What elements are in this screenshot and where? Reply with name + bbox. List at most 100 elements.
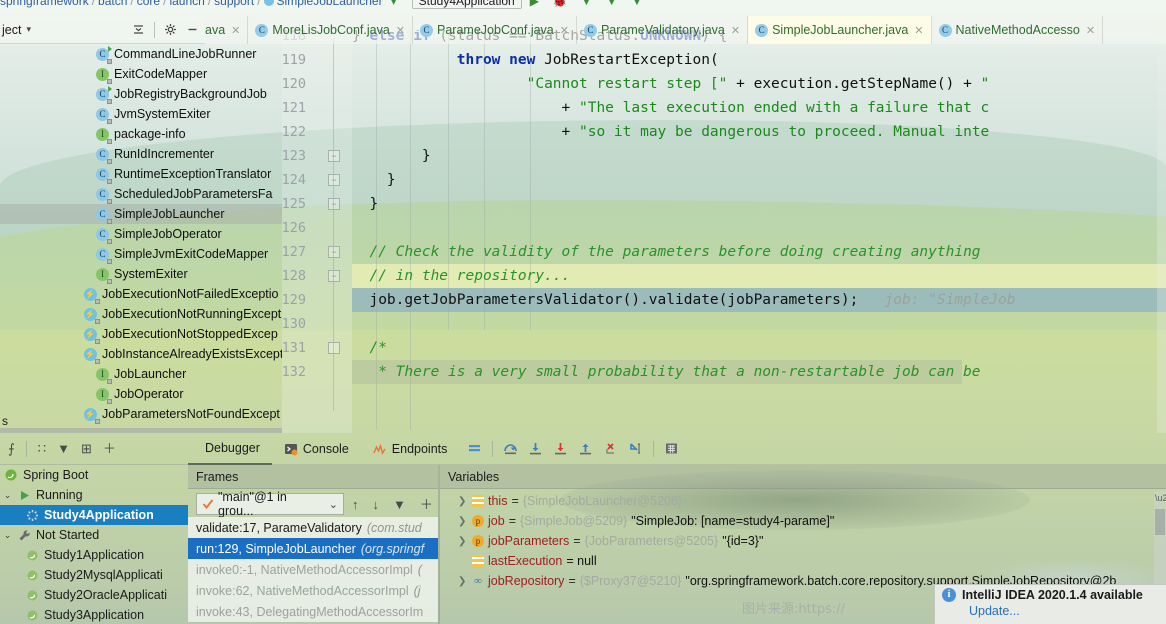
code-line-132[interactable]: * There is a very small probability that… bbox=[352, 360, 980, 384]
code-line-123[interactable]: } bbox=[352, 144, 431, 168]
tree-item-1[interactable]: I ExitCodeMapper bbox=[0, 64, 282, 84]
code-editor[interactable]: 1181191201211221231241251261271281291301… bbox=[282, 30, 1166, 433]
tree-item-6[interactable]: C RuntimeExceptionTranslator bbox=[0, 164, 282, 184]
chevron-right-icon[interactable]: ❯ bbox=[458, 496, 468, 507]
tree-item-7[interactable]: C ScheduledJobParametersFa bbox=[0, 184, 282, 204]
tree-item-12[interactable]: JobExecutionNotFailedExceptio bbox=[0, 284, 282, 304]
frames-variables-divider[interactable] bbox=[438, 465, 440, 624]
fold-marker[interactable]: − bbox=[328, 150, 340, 162]
code-line-129[interactable]: job.getJobParametersValidator().validate… bbox=[352, 288, 1015, 312]
tree-item-10[interactable]: C SimpleJvmExitCodeMapper bbox=[0, 244, 282, 264]
filter-icon[interactable]: ▼ bbox=[57, 442, 70, 455]
run-item-1-2[interactable]: Study2OracleApplicati bbox=[0, 585, 188, 605]
run-toolbar-icons[interactable]: ▶ 🐞 ▼ ▼ ▼ bbox=[530, 0, 648, 8]
chevron-right-icon[interactable]: ❯ bbox=[458, 516, 468, 527]
editor-vertical-scrollbar[interactable] bbox=[1157, 30, 1166, 433]
code-line-127[interactable]: // Check the validity of the parameters … bbox=[352, 240, 980, 264]
frame-up-icon[interactable]: ↑ bbox=[352, 498, 359, 511]
editor-tab-5[interactable]: C NativeMethodAccesso ✕ bbox=[932, 16, 1104, 44]
run-item-0-0[interactable]: Study4Application bbox=[0, 505, 188, 525]
group-by-icon[interactable]: ∷ bbox=[38, 442, 46, 455]
evaluate-expression-icon[interactable] bbox=[664, 441, 679, 456]
hide-panel-icon[interactable] bbox=[186, 23, 199, 36]
run-group-0[interactable]: ⌄ Running bbox=[0, 485, 188, 505]
tree-item-17[interactable]: I JobOperator bbox=[0, 384, 282, 404]
run-tree-root[interactable]: Spring Boot bbox=[0, 465, 188, 485]
add-icon[interactable]: ＋ bbox=[103, 442, 116, 455]
tree-item-5[interactable]: C RunIdIncrementer bbox=[0, 144, 282, 164]
tree-item-0[interactable]: C CommandLineJobRunner bbox=[0, 44, 282, 64]
tree-item-2[interactable]: C JobRegistryBackgroundJob bbox=[0, 84, 282, 104]
tab-endpoints[interactable]: Endpoints bbox=[361, 433, 460, 465]
chevron-down-icon[interactable]: ▾ bbox=[26, 24, 31, 35]
frame-row-4[interactable]: invoke:43, DelegatingMethodAccessorIm bbox=[188, 601, 438, 622]
settings-gear-icon[interactable] bbox=[164, 23, 177, 36]
code-line-125[interactable]: } bbox=[352, 192, 378, 216]
code-line-131[interactable]: /* bbox=[352, 336, 386, 360]
breadcrumb-class[interactable]: SimpleJobLauncher bbox=[277, 0, 383, 8]
tree-item-3[interactable]: C JvmSystemExiter bbox=[0, 104, 282, 124]
tree-item-11[interactable]: I SystemExiter bbox=[0, 264, 282, 284]
fold-marker[interactable]: − bbox=[328, 270, 340, 282]
fold-marker[interactable] bbox=[328, 342, 340, 354]
run-item-1-1[interactable]: Study2MysqlApplicati bbox=[0, 565, 188, 585]
frames-add-icon[interactable]: ＋ bbox=[420, 498, 433, 511]
close-icon[interactable]: ✕ bbox=[914, 24, 923, 37]
chevron-right-icon[interactable]: ❯ bbox=[458, 576, 468, 587]
frame-row-2[interactable]: invoke0:-1, NativeMethodAccessorImpl ( bbox=[188, 559, 438, 580]
close-icon[interactable]: ✕ bbox=[231, 24, 240, 37]
frame-row-1[interactable]: run:129, SimpleJobLauncher (org.springf bbox=[188, 538, 438, 559]
collapse-all-icon[interactable]: ⨍ bbox=[8, 442, 15, 455]
close-icon[interactable]: ✕ bbox=[396, 24, 405, 37]
close-icon[interactable]: ✕ bbox=[1086, 24, 1095, 37]
frames-list[interactable]: validate:17, ParameValidatory (com.stud ru… bbox=[188, 517, 438, 624]
show-execution-point-icon[interactable] bbox=[467, 441, 482, 456]
tab-console[interactable]: Console bbox=[272, 433, 361, 465]
run-item-1-3[interactable]: Study3Application bbox=[0, 605, 188, 624]
run-item-1-0[interactable]: Study1Application bbox=[0, 545, 188, 565]
run-configuration-selector[interactable]: Study4Application bbox=[411, 0, 522, 9]
chevron-down-icon[interactable]: ⌄ bbox=[329, 498, 338, 511]
tab-debugger[interactable]: Debugger bbox=[188, 433, 272, 465]
editor-tab-1[interactable]: C MoreLisJobConf.java ✕ bbox=[248, 16, 414, 44]
code-line-120[interactable]: "Cannot restart step [" + execution.getS… bbox=[352, 72, 990, 96]
editor-tab-0[interactable]: ava ✕ bbox=[205, 16, 249, 44]
thread-selector-dropdown[interactable]: "main"@1 in grou... ⌄ bbox=[196, 490, 344, 518]
drop-frame-icon[interactable] bbox=[603, 441, 618, 456]
scroll-up-button[interactable]: \u25B2 bbox=[1155, 493, 1166, 505]
tree-item-18[interactable]: JobParametersNotFoundExcept bbox=[0, 404, 282, 424]
run-group-1[interactable]: ⌄ Not Started bbox=[0, 525, 188, 545]
expand-icon[interactable]: ⊞ bbox=[81, 442, 92, 455]
run-arrow-icon[interactable]: ▾ bbox=[391, 0, 402, 8]
variable-row-3[interactable]: lastExecution = null bbox=[448, 551, 1166, 571]
code-line-122[interactable]: + "so it may be dangerous to proceed. Ma… bbox=[352, 120, 990, 144]
editor-code-area[interactable]: } else if (status == BatchStatus.UNKNOWN… bbox=[352, 30, 1166, 433]
frame-down-icon[interactable]: ↓ bbox=[373, 498, 380, 511]
tree-item-16[interactable]: I JobLauncher bbox=[0, 364, 282, 384]
code-line-119[interactable]: throw new JobRestartException( bbox=[352, 48, 719, 72]
scrollbar-thumb[interactable] bbox=[1155, 509, 1165, 535]
frame-row-3[interactable]: invoke:62, NativeMethodAccessorImpl (j bbox=[188, 580, 438, 601]
tree-item-9[interactable]: C SimpleJobOperator bbox=[0, 224, 282, 244]
step-out-icon[interactable] bbox=[578, 441, 593, 456]
force-step-into-icon[interactable] bbox=[553, 441, 568, 456]
variable-row-2[interactable]: ❯ p jobParameters = {JobParameters@5205} "{id… bbox=[448, 531, 1166, 551]
frame-row-0[interactable]: validate:17, ParameValidatory (com.stud bbox=[188, 517, 438, 538]
breadcrumb-segment[interactable]: launch bbox=[169, 0, 204, 8]
editor-tab-2[interactable]: C ParameJobConf.java ✕ bbox=[413, 16, 577, 44]
fold-marker[interactable]: − bbox=[328, 198, 340, 210]
tree-item-15[interactable]: JobInstanceAlreadyExistsExcept bbox=[0, 344, 282, 364]
code-line-121[interactable]: + "The last execution ended with a failu… bbox=[352, 96, 990, 120]
notification-update-link[interactable]: Update... bbox=[969, 604, 1160, 618]
breadcrumb-segment[interactable]: springframework bbox=[0, 0, 89, 8]
fold-marker[interactable]: − bbox=[328, 246, 340, 258]
editor-tab-3[interactable]: C ParameValidatory.java ✕ bbox=[577, 16, 749, 44]
variable-row-1[interactable]: ❯ p job = {SimpleJob@5209} "SimpleJob: [name=… bbox=[448, 511, 1166, 531]
breadcrumb-segment[interactable]: support bbox=[214, 0, 254, 8]
update-notification[interactable]: i IntelliJ IDEA 2020.1.4 available Updat… bbox=[934, 584, 1166, 624]
project-panel-title[interactable]: ject bbox=[2, 23, 21, 37]
code-line-124[interactable]: } bbox=[352, 168, 396, 192]
code-line-128[interactable]: // in the repository... bbox=[352, 264, 570, 288]
chevron-down-icon[interactable]: ⌄ bbox=[2, 530, 13, 541]
collapse-all-icon[interactable] bbox=[132, 23, 145, 36]
